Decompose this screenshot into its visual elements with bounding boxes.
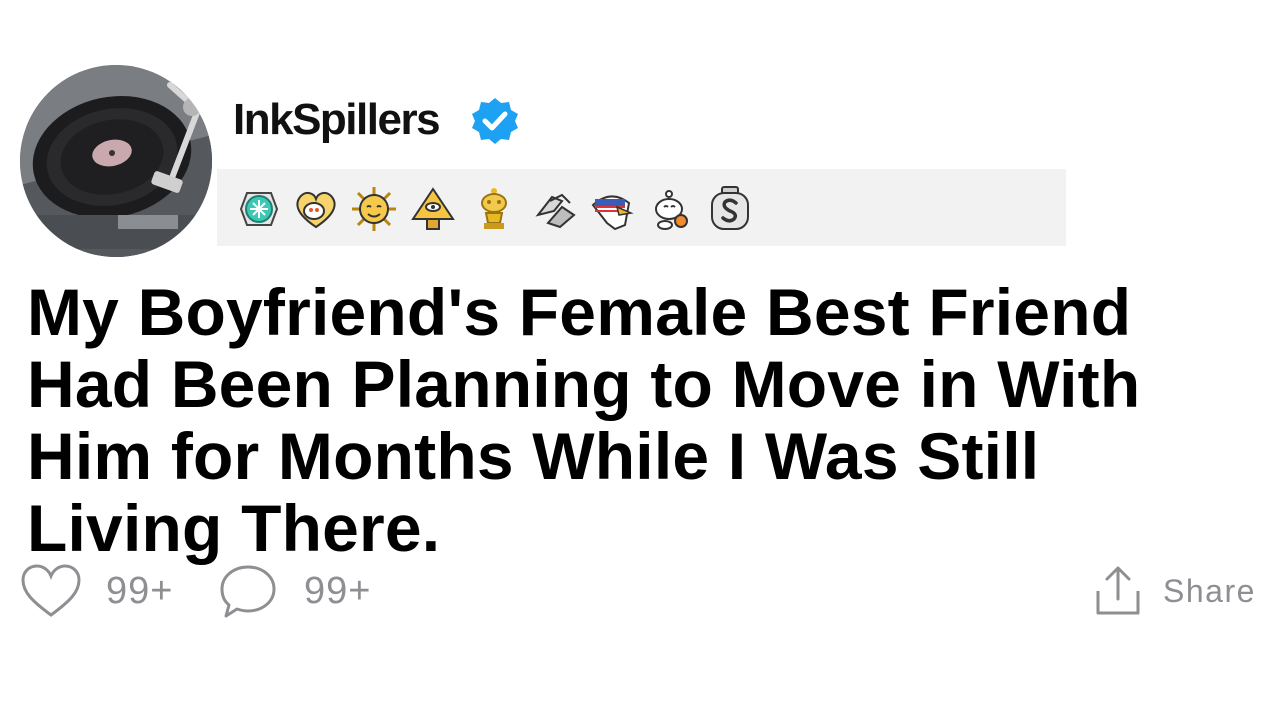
heart-snoo-award-icon[interactable] xyxy=(292,185,340,233)
record-player-icon xyxy=(20,65,212,257)
awards-bar xyxy=(217,169,1066,246)
sun-face-award-icon[interactable] xyxy=(350,185,398,233)
heart-icon xyxy=(21,564,81,617)
golden-pyramid-award-icon[interactable] xyxy=(409,185,457,233)
teal-medal-award-icon[interactable] xyxy=(235,185,283,233)
like-count: 99+ xyxy=(106,569,174,612)
handshake-award-icon[interactable] xyxy=(532,185,580,233)
snoo-shaking-award-icon[interactable] xyxy=(647,185,695,233)
username[interactable]: InkSpillers xyxy=(233,92,441,148)
post-title: My Boyfriend's Female Best Friend Had Be… xyxy=(27,275,1141,565)
share-label: Share xyxy=(1163,572,1256,609)
comment-count: 99+ xyxy=(304,569,372,612)
share-upload-icon xyxy=(1096,566,1140,615)
comment-button[interactable]: 99+ xyxy=(218,563,371,619)
comment-bubble-icon xyxy=(220,565,276,618)
share-button[interactable]: Share xyxy=(1095,563,1256,619)
gold-snoo-trophy-award-icon[interactable] xyxy=(470,185,518,233)
avatar[interactable] xyxy=(20,65,212,257)
silver-s-medal-award-icon[interactable] xyxy=(706,185,754,233)
eagle-award-icon[interactable] xyxy=(587,185,635,233)
verified-badge-icon xyxy=(472,98,518,144)
like-button[interactable]: 99+ xyxy=(20,563,173,619)
